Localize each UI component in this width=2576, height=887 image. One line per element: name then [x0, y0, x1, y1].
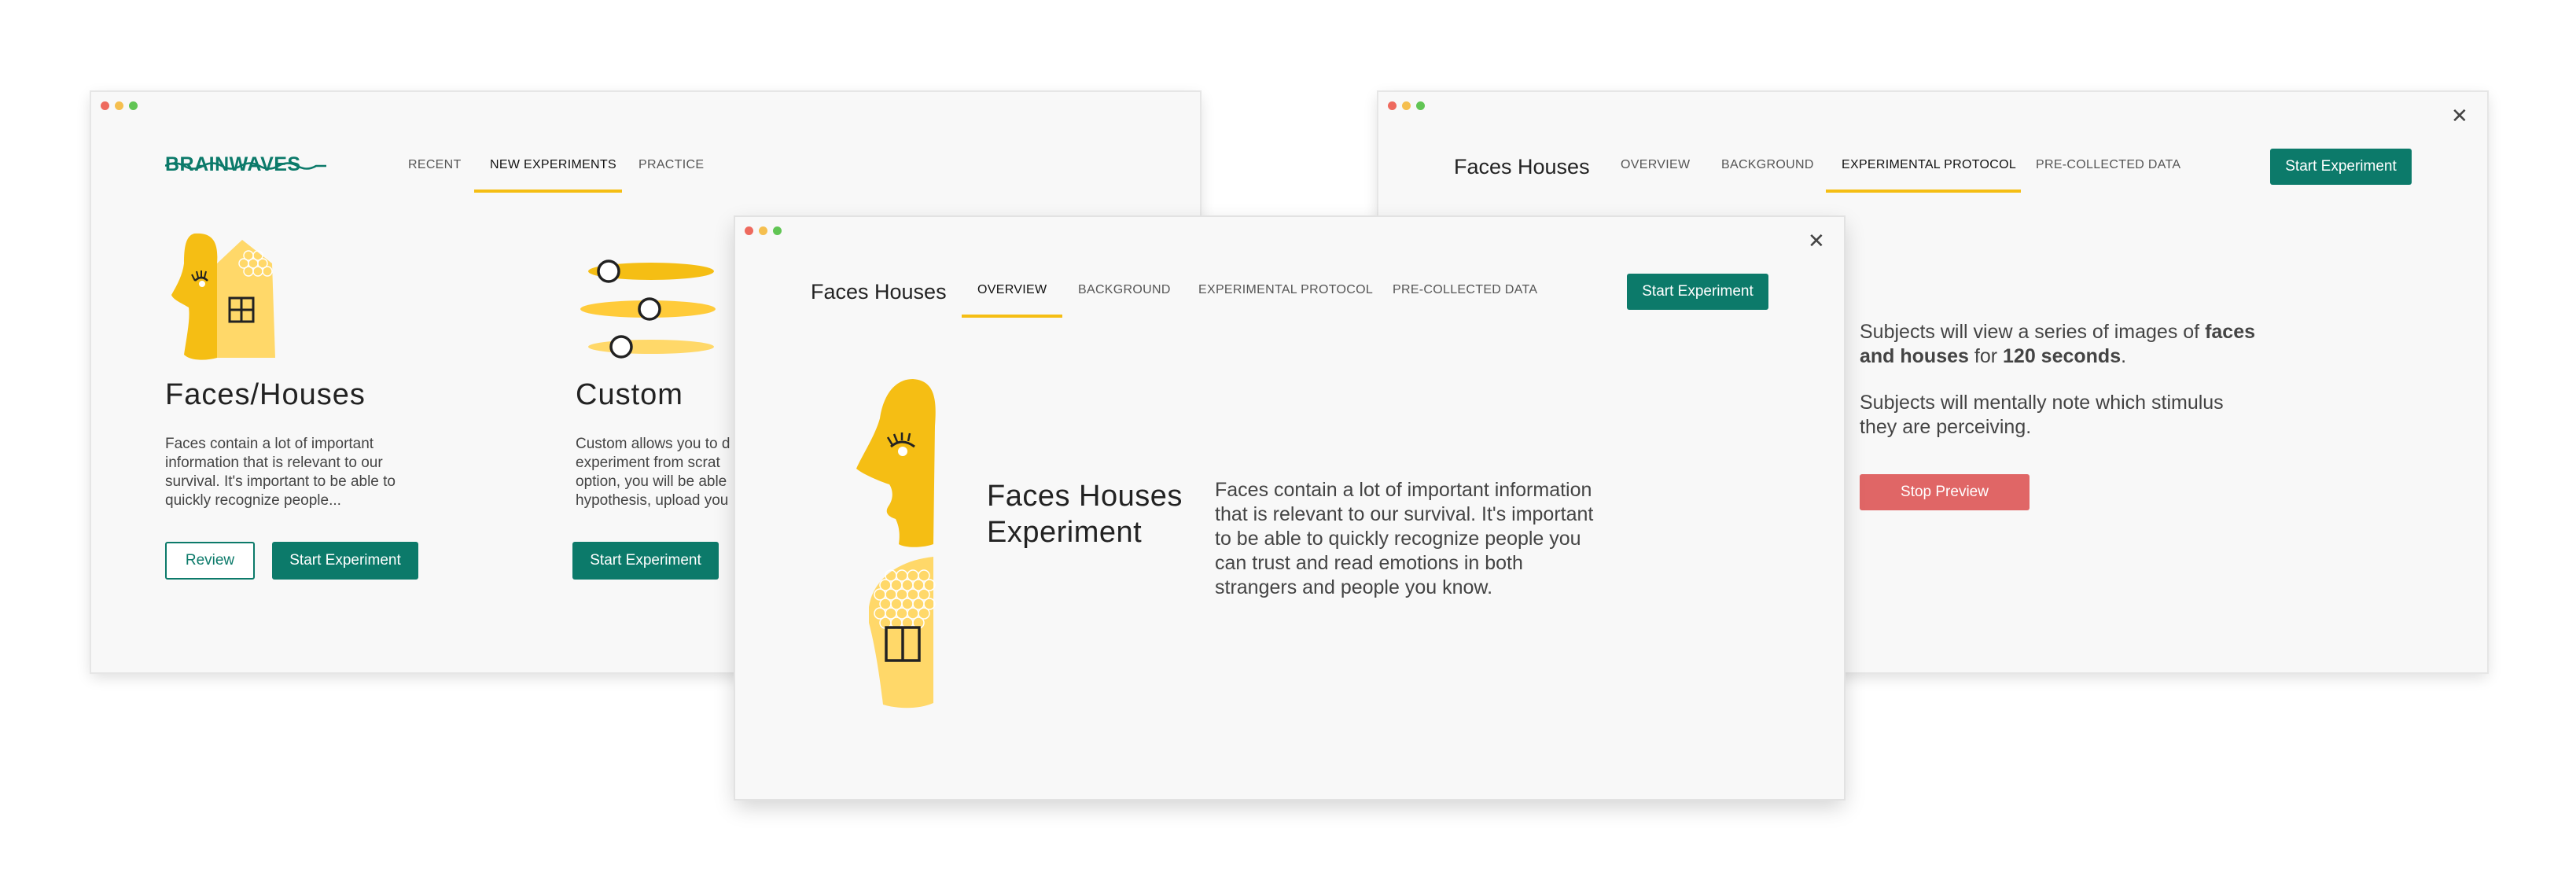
faces-houses-card-description: Faces contain a lot of important informa… [165, 436, 396, 509]
tab-overview[interactable]: OVERVIEW [977, 283, 1047, 297]
tab-new-experiments[interactable]: NEW EXPERIMENTS [490, 158, 616, 172]
brainwaves-logo[interactable]: BRAINWAVES [165, 153, 326, 177]
faces-houses-illustration [171, 233, 275, 360]
page-title: Faces Houses [1454, 155, 1590, 179]
protocol-text: Subjects will view a series of images of [1860, 321, 2200, 343]
protocol-text: for [1974, 345, 1998, 367]
maximize-dot[interactable] [773, 226, 782, 235]
close-icon[interactable]: ✕ [1808, 231, 1825, 252]
close-dot[interactable] [1388, 101, 1397, 110]
stop-preview-button[interactable]: Stop Preview [1860, 474, 2030, 510]
custom-card-title: Custom [576, 378, 683, 411]
custom-card-description: Custom allows you to d experiment from s… [576, 436, 730, 509]
minimize-dot[interactable] [115, 101, 123, 110]
maximize-dot[interactable] [1416, 101, 1425, 110]
tab-recent[interactable]: RECENT [408, 158, 462, 172]
tab-pre-collected-data[interactable]: PRE-COLLECTED DATA [2036, 158, 2180, 172]
minimize-dot[interactable] [1402, 101, 1411, 110]
tab-experimental-protocol[interactable]: EXPERIMENTAL PROTOCOL [1198, 283, 1373, 297]
start-experiment-button[interactable]: Start Experiment [1627, 274, 1768, 310]
experiment-heading-line-1: Faces Houses [987, 480, 1183, 513]
experiment-description: Faces contain a lot of important informa… [1215, 479, 1594, 598]
close-icon[interactable]: ✕ [2451, 106, 2468, 127]
maximize-dot[interactable] [129, 101, 138, 110]
window-controls [745, 226, 782, 235]
active-tab-underline [962, 315, 1062, 318]
faces-houses-start-experiment-button[interactable]: Start Experiment [272, 542, 418, 580]
tab-overview[interactable]: OVERVIEW [1621, 158, 1690, 172]
protocol-text: . [2121, 345, 2127, 367]
window-controls [1388, 101, 1425, 110]
tab-background[interactable]: BACKGROUND [1078, 283, 1171, 297]
close-dot[interactable] [745, 226, 753, 235]
experiment-heading-line-2: Experiment [987, 516, 1143, 549]
overview-window: ✕ Faces Houses OVERVIEW BACKGROUND EXPER… [735, 217, 1844, 799]
tab-experimental-protocol[interactable]: EXPERIMENTAL PROTOCOL [1842, 158, 2016, 172]
protocol-paragraph-2: Subjects will mentally note which stimul… [1860, 392, 2224, 438]
active-tab-underline [474, 190, 622, 193]
window-controls [101, 101, 138, 110]
tab-pre-collected-data[interactable]: PRE-COLLECTED DATA [1393, 283, 1537, 297]
experiment-heading: Faces Houses Experiment [987, 478, 1183, 550]
tab-practice[interactable]: PRACTICE [638, 158, 704, 172]
start-experiment-button[interactable]: Start Experiment [2270, 149, 2412, 185]
protocol-paragraph-1: Subjects will view a series of images of… [1860, 320, 2269, 369]
face-house-illustration [856, 379, 936, 708]
page-title: Faces Houses [811, 280, 947, 304]
custom-sliders-illustration [580, 259, 716, 359]
close-dot[interactable] [101, 101, 109, 110]
custom-start-experiment-button[interactable]: Start Experiment [572, 542, 719, 580]
logo-wave-icon [165, 162, 326, 170]
review-button[interactable]: Review [165, 542, 255, 580]
minimize-dot[interactable] [759, 226, 767, 235]
faces-houses-card-title: Faces/Houses [165, 378, 366, 411]
tab-background[interactable]: BACKGROUND [1721, 158, 1814, 172]
protocol-bold-duration: 120 seconds [2003, 345, 2122, 367]
active-tab-underline [1826, 190, 2021, 193]
